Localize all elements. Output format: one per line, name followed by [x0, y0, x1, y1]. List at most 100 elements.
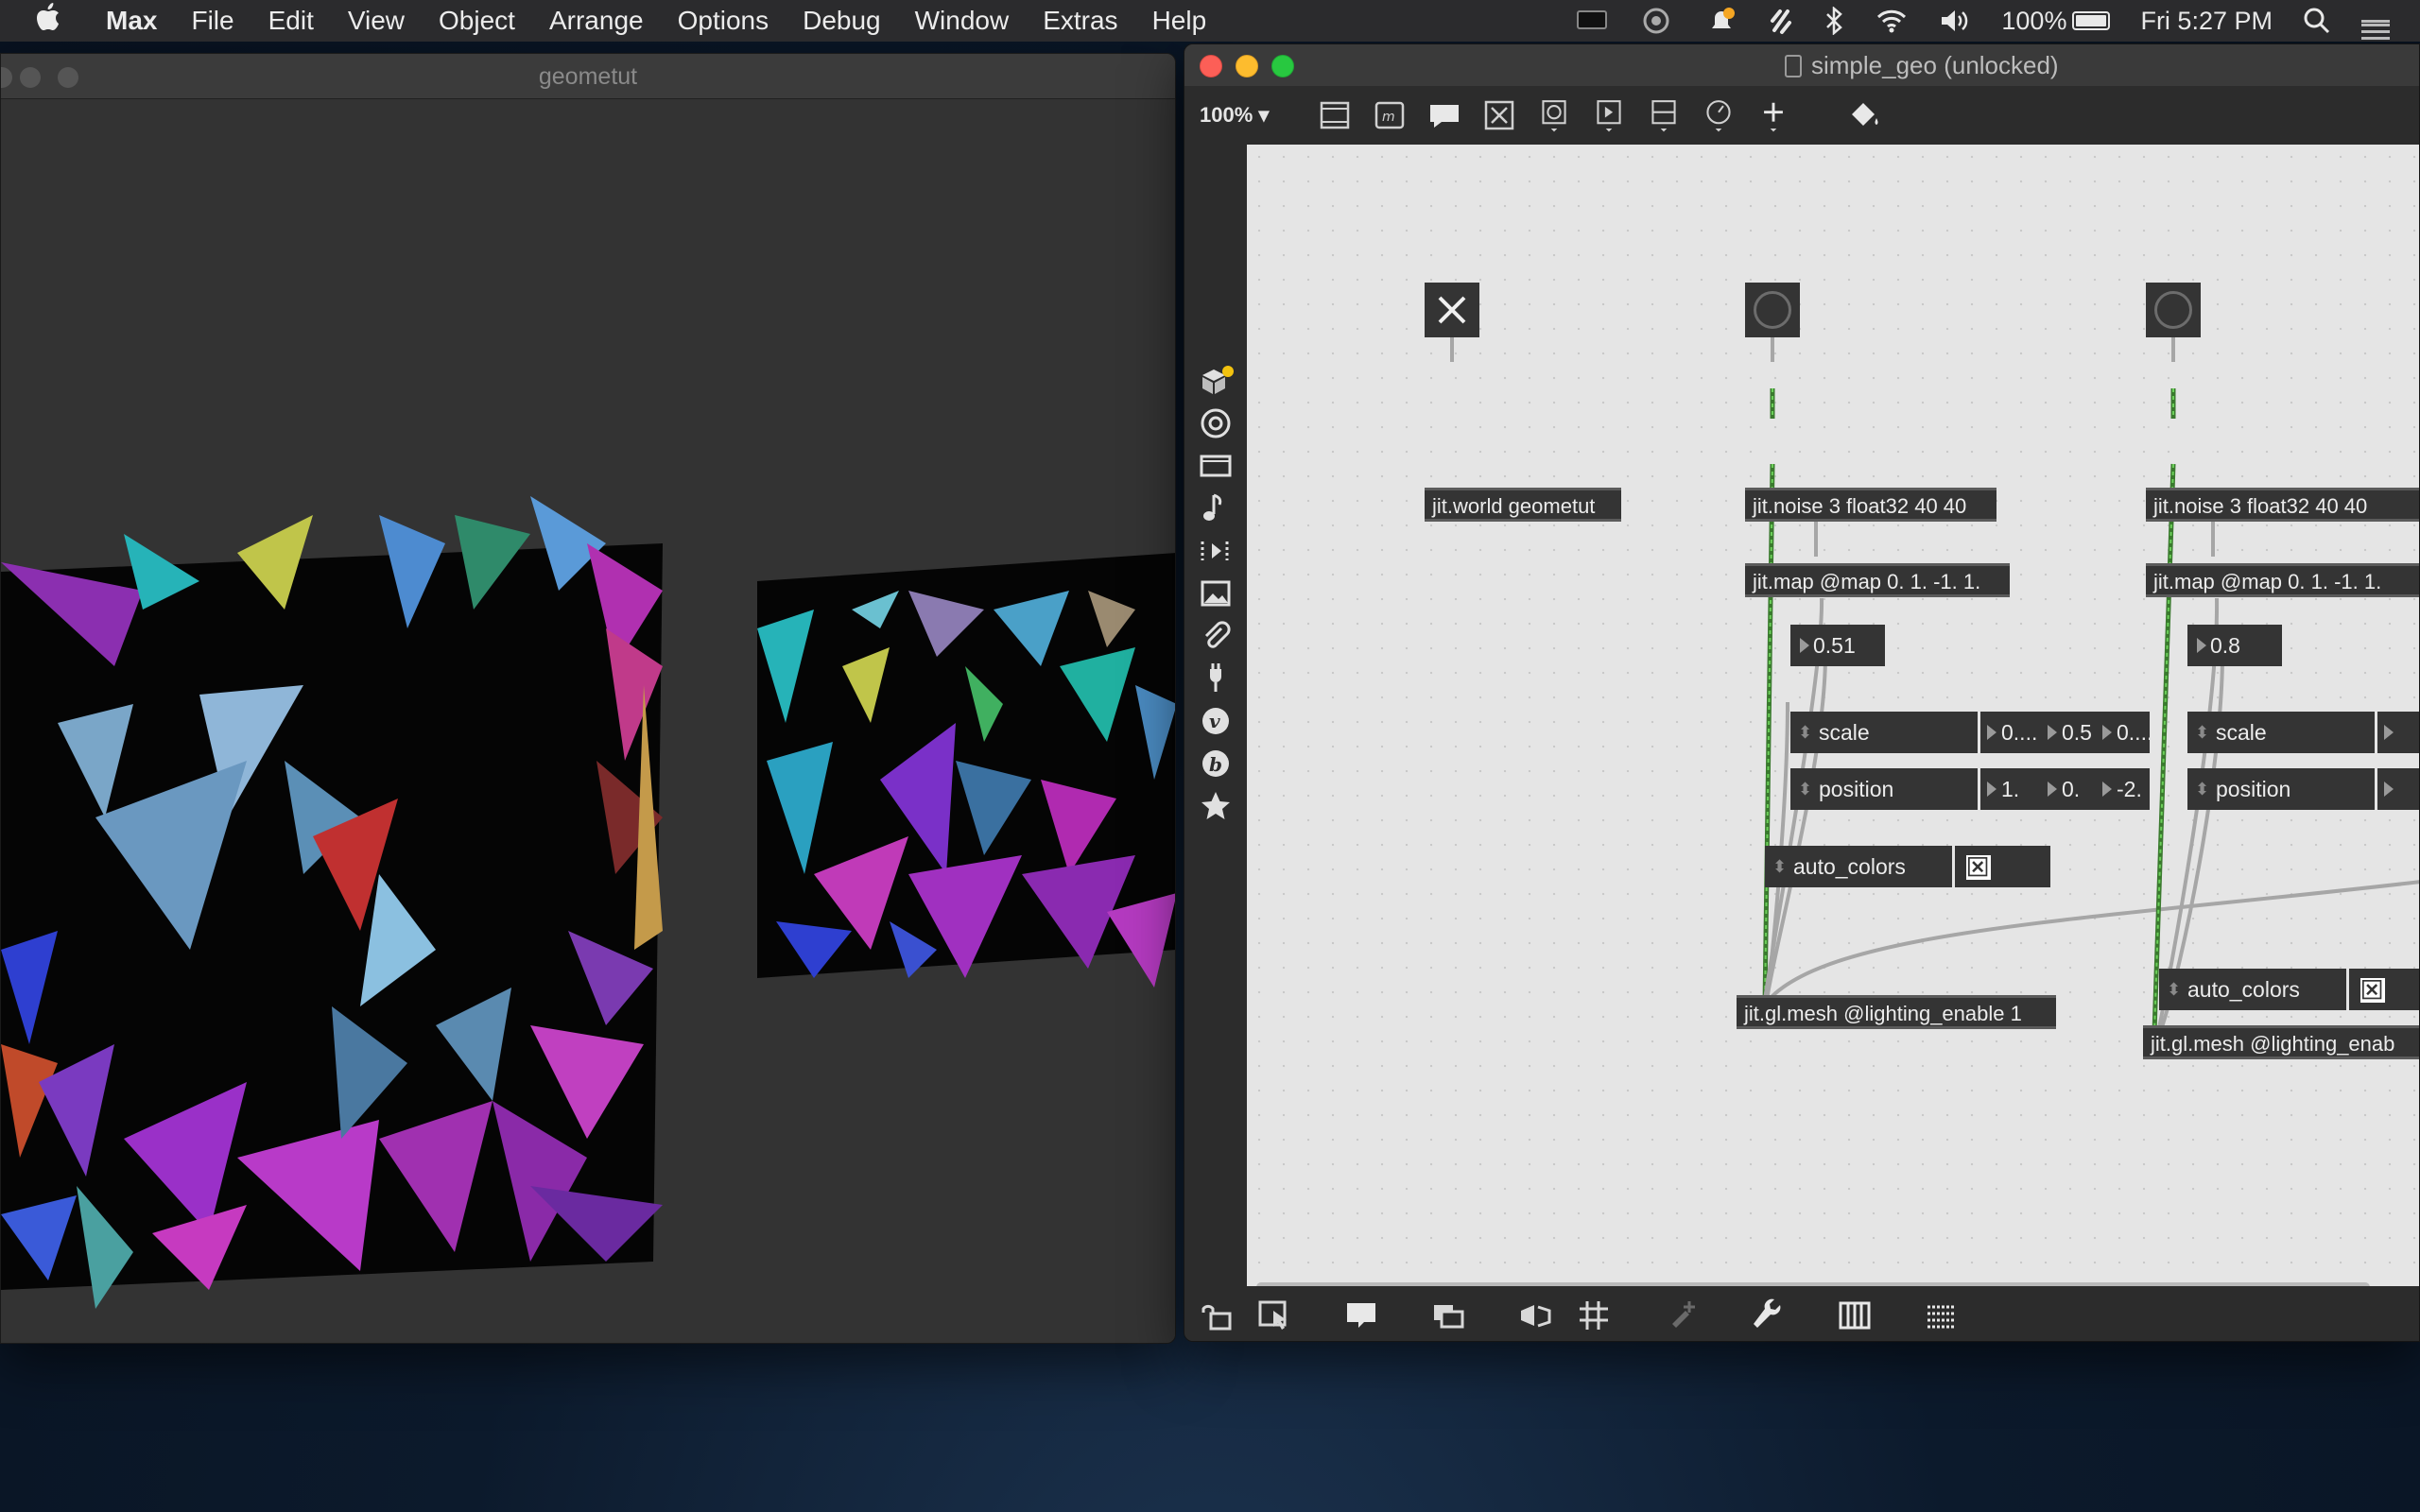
- svg-text:b: b: [1209, 753, 1222, 776]
- attrui-scale-left[interactable]: scale 0.... 0.5 0....: [1790, 712, 2150, 753]
- auto-colors-checkbox-right[interactable]: [2360, 978, 2385, 1003]
- notification-center-icon[interactable]: [2361, 16, 2390, 40]
- left-sidebar: v b: [1184, 145, 1247, 1286]
- new-snippet-icon[interactable]: [1663, 1297, 1699, 1333]
- attrui-auto-colors-left[interactable]: auto_colors: [1765, 846, 2050, 887]
- scale-x-value[interactable]: 0....: [1980, 712, 2041, 753]
- jit-world-object[interactable]: jit.world geometut: [1425, 488, 1621, 522]
- bluetooth-icon[interactable]: [1824, 7, 1844, 35]
- format-paint-icon[interactable]: [1846, 97, 1882, 133]
- menu-edit[interactable]: Edit: [268, 6, 314, 36]
- close-window-icon[interactable]: [1200, 55, 1222, 77]
- patcher-titlebar[interactable]: simple_geo (unlocked): [1184, 44, 2419, 86]
- render-window-titlebar[interactable]: geometut: [1, 54, 1175, 99]
- menu-object[interactable]: Object: [439, 6, 515, 36]
- number-icon[interactable]: [1646, 97, 1682, 133]
- creative-cloud-icon[interactable]: [1638, 7, 1674, 35]
- link-app-icon[interactable]: [1769, 6, 1793, 36]
- jit-noise-right[interactable]: jit.noise 3 float32 40 40: [2146, 488, 2419, 522]
- jit-map-left[interactable]: jit.map @map 0. 1. -1. 1.: [1745, 563, 2010, 597]
- sequence-icon[interactable]: [1197, 532, 1235, 570]
- position-x-value-right[interactable]: [2377, 768, 2419, 810]
- target-icon[interactable]: [1197, 404, 1235, 442]
- menu-arrange[interactable]: Arrange: [549, 6, 644, 36]
- packages-icon[interactable]: [1197, 362, 1235, 400]
- patcher-title-text: simple_geo (unlocked): [1811, 51, 2059, 79]
- star-icon[interactable]: [1197, 787, 1235, 825]
- dial-icon[interactable]: [1701, 97, 1737, 133]
- patcher-canvas[interactable]: jit.world geometut jit.noise 3 float32 4…: [1247, 145, 2419, 1286]
- bang-button-left[interactable]: [1745, 283, 1800, 337]
- piano-icon[interactable]: [1837, 1297, 1873, 1333]
- scale-x-value-right[interactable]: [2377, 712, 2419, 753]
- scale-z-value[interactable]: 0....: [2096, 712, 2150, 753]
- minimize-window-icon[interactable]: [1236, 55, 1258, 77]
- menu-file[interactable]: File: [191, 6, 233, 36]
- menu-view[interactable]: View: [348, 6, 405, 36]
- spotlight-search-icon[interactable]: [2303, 7, 2331, 35]
- jit-gl-mesh-left[interactable]: jit.gl.mesh @lighting_enable 1: [1737, 995, 2056, 1029]
- number-box-left[interactable]: 0.51: [1790, 625, 1885, 666]
- attrui-scale-right[interactable]: scale: [2187, 712, 2419, 753]
- position-y-value[interactable]: 0.: [2041, 768, 2096, 810]
- menu-options[interactable]: Options: [678, 6, 769, 36]
- slider-icon[interactable]: [1591, 97, 1627, 133]
- message-icon[interactable]: m: [1372, 97, 1408, 133]
- snap-icon[interactable]: [1517, 1297, 1553, 1333]
- add-icon[interactable]: [1755, 97, 1791, 133]
- lock-icon[interactable]: [1200, 1297, 1236, 1333]
- video-icon[interactable]: [1197, 447, 1235, 485]
- bang-button-right[interactable]: [2146, 283, 2201, 337]
- jit-map-right-text: jit.map @map 0. 1. -1. 1.: [2153, 570, 2382, 593]
- battery-status[interactable]: 100%: [2001, 7, 2111, 36]
- attrui-position-left[interactable]: position 1. 0. -2.: [1790, 768, 2150, 810]
- scrollbar-thumb[interactable]: [1256, 1282, 2370, 1286]
- b-icon[interactable]: b: [1197, 745, 1235, 782]
- zoom-window-icon[interactable]: [1271, 55, 1294, 77]
- clip-icon[interactable]: [1197, 617, 1235, 655]
- horizontal-scrollbar[interactable]: [1247, 1280, 2419, 1286]
- menu-extras[interactable]: Extras: [1043, 6, 1117, 36]
- plug-icon[interactable]: [1197, 660, 1235, 697]
- jit-noise-left[interactable]: jit.noise 3 float32 40 40: [1745, 488, 1996, 522]
- svg-text:m: m: [1382, 110, 1395, 125]
- attrui-position-right[interactable]: position: [2187, 768, 2419, 810]
- attrui-auto-colors-right[interactable]: auto_colors: [2159, 969, 2419, 1010]
- close-icon[interactable]: [1, 67, 12, 88]
- menu-help[interactable]: Help: [1152, 6, 1207, 36]
- position-z-value[interactable]: -2.: [2096, 768, 2150, 810]
- menu-window[interactable]: Window: [915, 6, 1010, 36]
- zoom-icon[interactable]: [58, 67, 78, 88]
- button-icon[interactable]: [1536, 97, 1572, 133]
- volume-icon[interactable]: [1939, 8, 1971, 34]
- new-object-icon[interactable]: [1317, 97, 1353, 133]
- apple-menu-icon[interactable]: [36, 3, 74, 39]
- menu-max[interactable]: Max: [106, 6, 157, 36]
- music-icon[interactable]: [1197, 490, 1235, 527]
- zoom-menu[interactable]: 100% ▾: [1200, 103, 1269, 128]
- v-icon[interactable]: v: [1197, 702, 1235, 740]
- minimize-icon[interactable]: [20, 67, 41, 88]
- comment-icon[interactable]: [1426, 97, 1462, 133]
- number-box-right[interactable]: 0.8: [2187, 625, 2282, 666]
- toggle-icon[interactable]: [1481, 97, 1517, 133]
- wrench-icon[interactable]: [1750, 1297, 1786, 1333]
- layers-icon[interactable]: [1430, 1297, 1466, 1333]
- world-toggle[interactable]: [1425, 283, 1479, 337]
- image-icon[interactable]: [1197, 575, 1235, 612]
- display-icon[interactable]: [1576, 9, 1608, 32]
- clock[interactable]: Fri 5:27 PM: [2140, 7, 2273, 36]
- wifi-icon[interactable]: [1875, 8, 1909, 34]
- position-x-value[interactable]: 1.: [1980, 768, 2041, 810]
- jit-gl-mesh-right[interactable]: jit.gl.mesh @lighting_enab: [2143, 1025, 2419, 1059]
- gl-render-canvas[interactable]: [1, 99, 1176, 1344]
- scale-y-value[interactable]: 0.5: [2041, 712, 2096, 753]
- auto-colors-checkbox-left[interactable]: [1966, 855, 1991, 880]
- keyboard-icon[interactable]: [1924, 1297, 1960, 1333]
- jit-map-right[interactable]: jit.map @map 0. 1. -1. 1.: [2146, 563, 2419, 597]
- select-icon[interactable]: [1256, 1297, 1292, 1333]
- notification-bell-icon[interactable]: [1704, 6, 1738, 36]
- menu-debug[interactable]: Debug: [803, 6, 881, 36]
- grid-icon[interactable]: [1576, 1297, 1612, 1333]
- presentation-icon[interactable]: [1343, 1297, 1379, 1333]
